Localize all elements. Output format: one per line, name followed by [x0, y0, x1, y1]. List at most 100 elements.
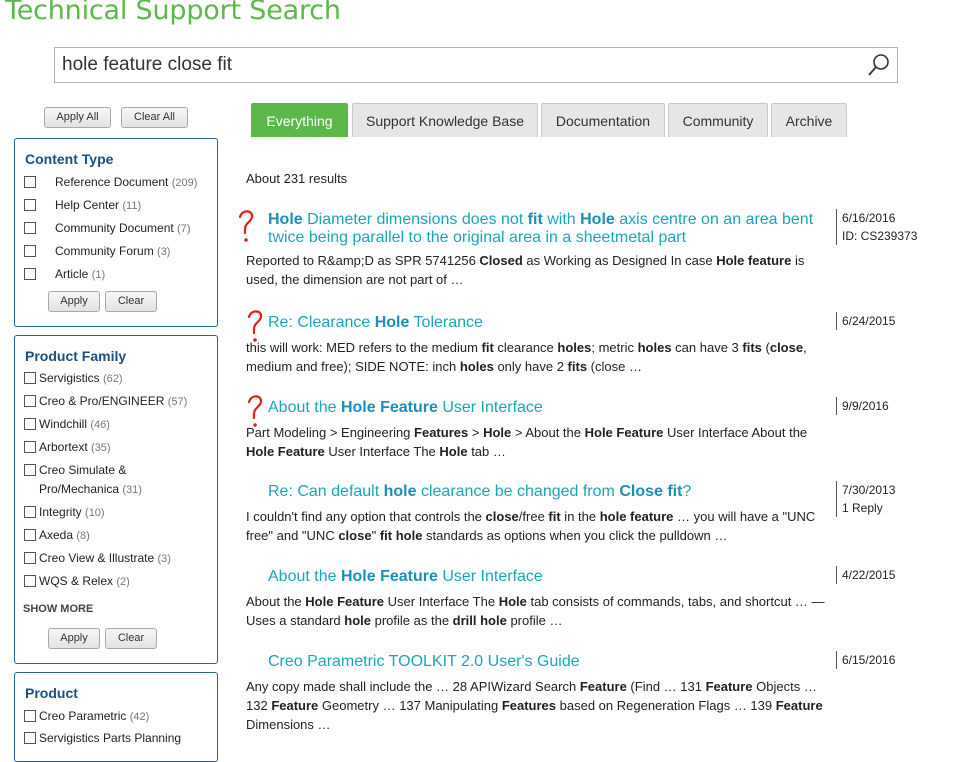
magnifier-icon [868, 54, 889, 76]
facet-count: (8) [76, 530, 90, 542]
content-type-checkbox[interactable] [24, 176, 36, 188]
product-family-checkbox[interactable] [24, 395, 36, 407]
result-meta: 6/24/2015 [836, 312, 895, 330]
result-extra: ID: CS239373 [842, 229, 918, 243]
facet-count: (2) [116, 576, 130, 588]
result-meta: 4/22/2015 [836, 566, 895, 584]
facet-label: Reference Document [55, 175, 172, 189]
product-family-checkbox[interactable] [24, 529, 36, 541]
product-family-option-line2: Pro/Mechanica (31) [39, 482, 142, 498]
facet-label: Integrity [39, 505, 86, 519]
result-snippet: Any copy made shall include the … 28 API… [246, 679, 823, 732]
facet-label: Creo View & Illustrate [39, 551, 158, 565]
product-family-option: Arbortext (35) [39, 440, 111, 456]
facet-count: (1) [91, 269, 106, 281]
result-title-link[interactable]: Creo Parametric TOOLKIT 2.0 User's Guide [268, 653, 828, 671]
search-box [54, 47, 898, 83]
result-title-link[interactable]: Hole Diameter dimensions does not fit wi… [268, 211, 828, 247]
result-title-link[interactable]: Re: Clearance Hole Tolerance [268, 314, 828, 332]
apply-all-button[interactable]: Apply All [44, 107, 111, 128]
facet-label: Article [55, 267, 92, 281]
facet-count: (35) [91, 442, 111, 454]
result-date: 6/15/2016 [842, 653, 896, 667]
tab-support-knowledge-base[interactable]: Support Knowledge Base [352, 103, 538, 137]
content-type-title: Content Type [25, 151, 114, 167]
product-family-clear-button[interactable]: Clear [105, 628, 157, 649]
product-family-option: Integrity (10) [39, 505, 105, 521]
tab-everything[interactable]: Everything [251, 103, 348, 137]
result-snippet: Reported to R&amp;D as SPR 5741256 Close… [246, 253, 805, 287]
result-meta: 9/9/2016 [836, 397, 889, 415]
product-family-apply-button[interactable]: Apply [48, 628, 100, 649]
product-family-checkbox[interactable] [24, 464, 36, 476]
facet-label: Pro/Mechanica [39, 482, 123, 496]
facet-count: (10) [85, 507, 105, 519]
facet-label: Arbortext [39, 440, 92, 454]
content-type-checkbox[interactable] [24, 222, 36, 234]
clear-all-button[interactable]: Clear All [121, 107, 188, 128]
result-date: 6/24/2015 [842, 314, 896, 328]
content-type-option: Community Document (7) [55, 221, 191, 237]
content-type-option: Community Forum (3) [55, 244, 170, 260]
product-family-checkbox[interactable] [24, 372, 36, 384]
result-snippet: Part Modeling > Engineering Features > H… [246, 425, 808, 459]
result-snippet: I couldn't find any option that controls… [246, 509, 816, 543]
product-family-checkbox[interactable] [24, 506, 36, 518]
results-count: About 231 results [246, 171, 348, 186]
product-family-option: Creo View & Illustrate (3) [39, 551, 171, 567]
facet-label: Axeda [39, 528, 77, 542]
product-option: Creo Parametric (42) [39, 709, 149, 725]
content-type-checkbox[interactable] [24, 268, 36, 280]
content-type-checkbox[interactable] [24, 245, 36, 257]
product-family-option: WQS & Relex (2) [39, 574, 130, 590]
result-meta: 6/16/2016 ID: CS239373 [836, 209, 917, 245]
product-checkbox[interactable] [24, 732, 36, 744]
facet-label: Creo Parametric [39, 709, 130, 723]
tab-documentation[interactable]: Documentation [541, 103, 665, 137]
facet-label: Community Document [55, 221, 178, 235]
result-meta: 6/15/2016 [836, 651, 895, 669]
content-type-clear-button[interactable]: Clear [105, 291, 157, 312]
content-type-panel: Content Type Reference Document (209) Hel… [14, 138, 218, 327]
product-family-option: Creo & Pro/ENGINEER (57) [39, 394, 187, 410]
result-title-link[interactable]: About the Hole Feature User Interface [268, 568, 828, 586]
facet-count: (7) [177, 223, 191, 235]
tab-community[interactable]: Community [668, 103, 768, 137]
facet-count: (209) [171, 177, 198, 189]
product-family-checkbox[interactable] [24, 441, 36, 453]
product-family-option: Axeda (8) [39, 528, 90, 544]
product-family-panel: Product Family Servigistics (62) Creo & P… [14, 335, 218, 664]
facet-label: WQS & Relex [39, 574, 117, 588]
facet-label: Windchill [39, 417, 91, 431]
product-family-option: Servigistics (62) [39, 371, 123, 387]
product-family-checkbox[interactable] [24, 552, 36, 564]
facet-label: Servigistics Parts Planning [39, 731, 182, 745]
facet-count: (46) [90, 419, 110, 431]
content-type-checkbox[interactable] [24, 199, 36, 211]
product-title: Product [25, 685, 78, 701]
facet-label: Creo Simulate & [39, 463, 127, 477]
product-family-checkbox[interactable] [24, 575, 36, 587]
content-type-option: Article (1) [55, 267, 105, 283]
question-mark-annotation-icon [247, 310, 263, 342]
product-family-checkbox[interactable] [24, 418, 36, 430]
result-date: 4/22/2015 [842, 568, 896, 582]
search-input[interactable] [62, 48, 842, 82]
show-more-link[interactable]: SHOW MORE [23, 603, 93, 615]
result-snippet: this will work: MED refers to the medium… [246, 340, 807, 374]
result-title-link[interactable]: About the Hole Feature User Interface [268, 399, 828, 417]
search-button[interactable] [867, 53, 891, 77]
tab-archive[interactable]: Archive [771, 103, 847, 137]
product-checkbox[interactable] [24, 710, 36, 722]
product-family-option: Windchill (46) [39, 417, 110, 433]
facet-label: Servigistics [39, 371, 104, 385]
facet-label: Help Center [55, 198, 123, 212]
content-type-apply-button[interactable]: Apply [48, 291, 100, 312]
question-mark-annotation-icon [247, 395, 263, 427]
result-title-link[interactable]: Re: Can default hole clearance be change… [268, 483, 828, 501]
facet-label: Creo & Pro/ENGINEER [39, 394, 168, 408]
facet-count: (11) [122, 200, 142, 212]
result-date: 9/9/2016 [842, 399, 889, 413]
result-snippet: About the Hole Feature User Interface Th… [246, 594, 825, 628]
product-family-title: Product Family [25, 348, 127, 364]
